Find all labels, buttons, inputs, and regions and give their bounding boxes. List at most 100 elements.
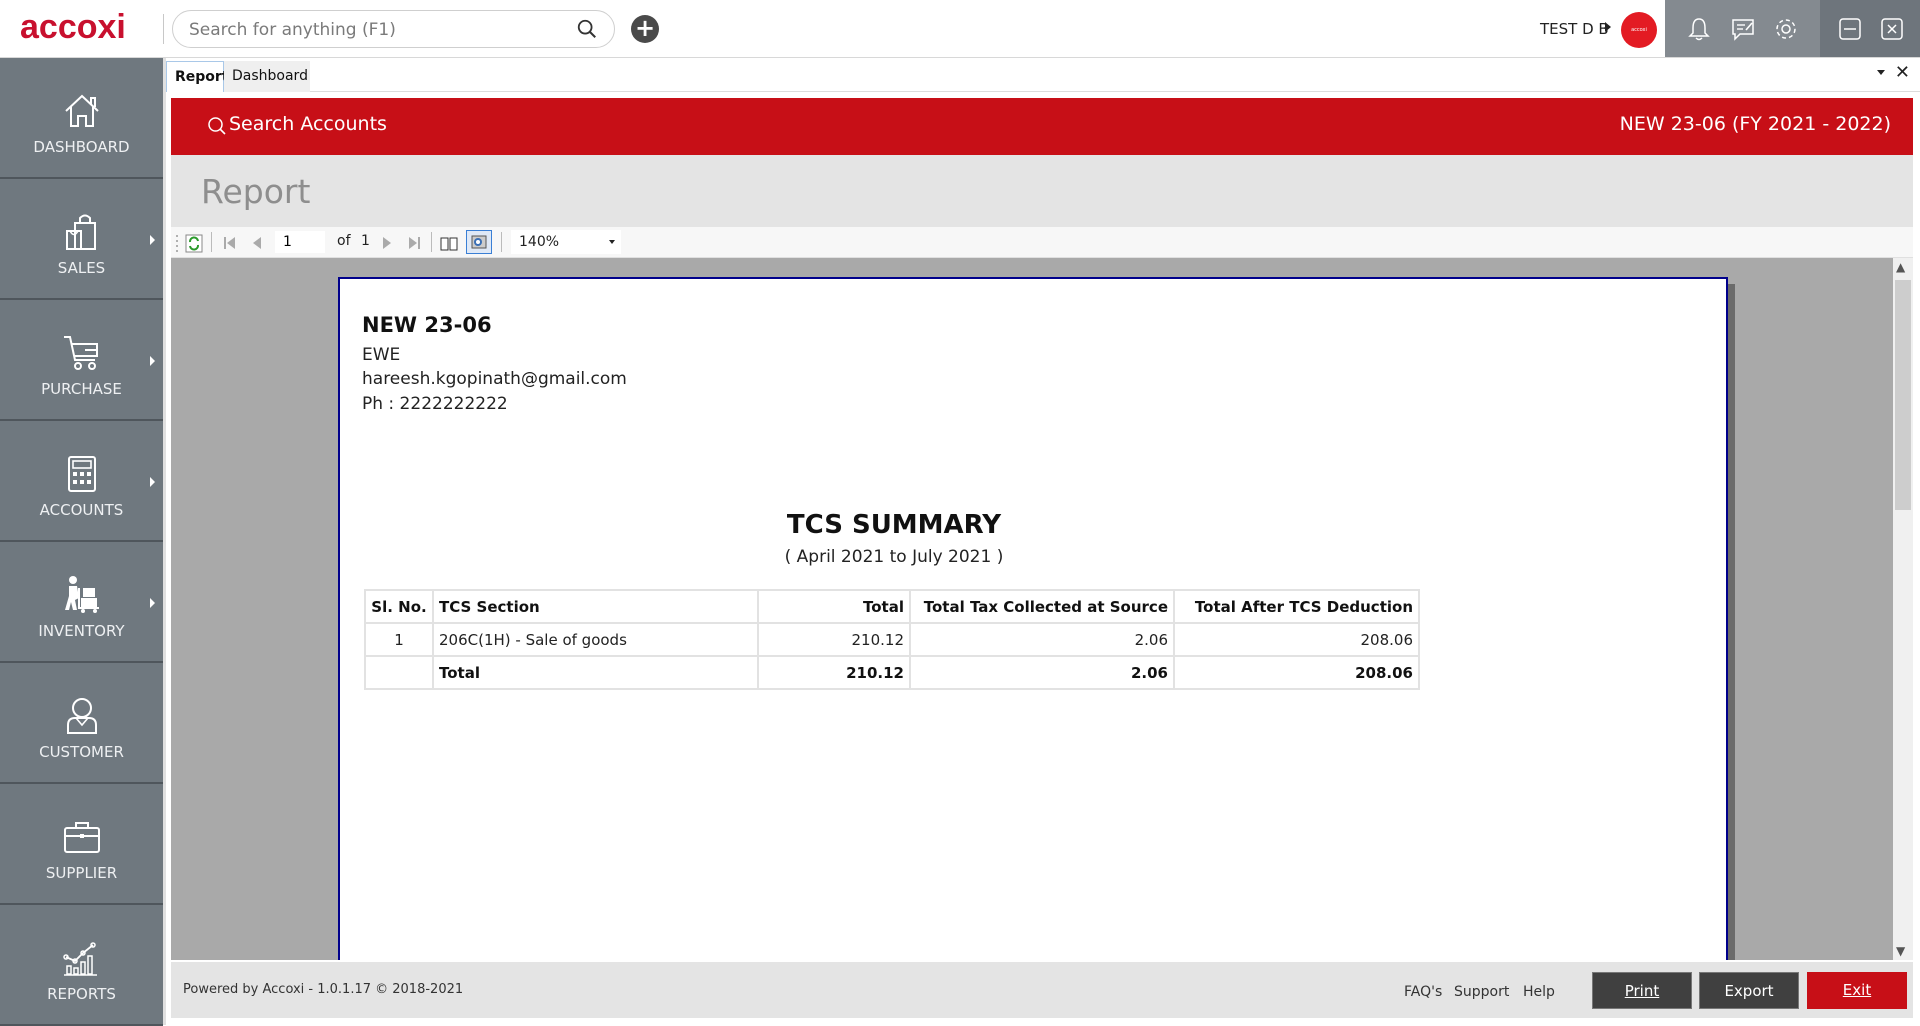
print-layout-button[interactable] (466, 230, 492, 254)
user-name[interactable]: TEST D B (1540, 20, 1609, 38)
header-tools (1665, 0, 1820, 57)
cell-grand-tcs: 2.06 (909, 655, 1175, 690)
zoom-select[interactable]: 140% (511, 230, 621, 254)
submenu-arrow-icon (150, 477, 155, 487)
scrollbar-thumb[interactable] (1895, 280, 1911, 510)
print-button[interactable]: Print (1592, 972, 1692, 1009)
zoom-value: 140% (519, 234, 560, 250)
company-phone: Ph : 2222222222 (362, 394, 508, 414)
support-link[interactable]: Support (1454, 984, 1509, 1000)
tab-list-dropdown-icon[interactable] (1877, 70, 1885, 75)
cell-tcs-collected: 2.06 (909, 622, 1175, 657)
report-preview-area: NEW 23-06 EWE hareesh.kgopinath@gmail.co… (171, 258, 1893, 960)
sidebar-item-reports[interactable]: REPORTS (0, 905, 163, 1026)
shopping-bag-icon (66, 214, 96, 250)
toolbar-separator (211, 232, 212, 252)
column-header: TCS Section (432, 589, 759, 624)
exit-button[interactable]: Exit (1807, 972, 1907, 1009)
sidebar-item-customer[interactable]: CUSTOMER (0, 663, 163, 784)
bell-icon[interactable] (1685, 15, 1713, 43)
cell-sl-no: 1 (364, 622, 434, 657)
chevron-down-icon (609, 240, 615, 244)
sidebar-item-label: INVENTORY (38, 622, 125, 640)
calculator-icon (68, 456, 96, 492)
top-bar: accoxi + TEST D B accoxi (0, 0, 1920, 58)
sidebar-item-label: PURCHASE (41, 380, 122, 398)
sidebar-item-supplier[interactable]: SUPPLIER (0, 784, 163, 905)
global-search[interactable] (172, 10, 615, 48)
column-header: Total After TCS Deduction (1173, 589, 1420, 624)
tcs-summary-table: Sl. No. TCS Section Total Total Tax Coll… (364, 589, 1420, 690)
table-total-row: Total 210.12 2.06 208.06 (364, 655, 1420, 690)
accoxi-logo: accoxi (20, 8, 126, 46)
submenu-arrow-icon (150, 598, 155, 608)
tab-report[interactable]: Report (166, 61, 229, 92)
sidebar-item-label: REPORTS (47, 985, 116, 1003)
help-link[interactable]: Help (1523, 984, 1555, 1000)
faqs-link[interactable]: FAQ's (1404, 984, 1442, 1000)
briefcase-icon (64, 822, 100, 853)
sidebar-item-label: DASHBOARD (33, 138, 130, 156)
cell-total-after-tcs: 208.06 (1173, 622, 1420, 657)
first-page-icon[interactable] (223, 233, 237, 253)
print-layout-icon (471, 235, 487, 249)
toolbar-grip-icon[interactable] (175, 233, 179, 253)
sidebar-item-accounts[interactable]: ACCOUNTS (0, 421, 163, 542)
page-title: Report (201, 172, 311, 211)
search-icon[interactable] (576, 18, 598, 40)
user-menu-caret-icon[interactable] (1605, 22, 1611, 32)
document-tabs: Report Dashboard ✕ (166, 58, 1920, 92)
column-header: Sl. No. (364, 589, 434, 624)
tab-dashboard[interactable]: Dashboard (224, 61, 310, 92)
last-page-icon[interactable] (407, 233, 421, 253)
report-viewer-toolbar: of 1 140% (171, 227, 1913, 258)
report-title: TCS SUMMARY (786, 510, 1002, 540)
company-address: EWE (362, 345, 401, 365)
gear-icon[interactable] (1772, 15, 1800, 43)
feedback-icon[interactable] (1729, 15, 1757, 43)
search-icon (208, 117, 226, 135)
toolbar-separator (501, 232, 502, 252)
add-new-button[interactable]: + (631, 15, 659, 43)
vertical-scrollbar[interactable]: ▲ ▼ (1893, 258, 1913, 960)
window-controls (1820, 0, 1920, 57)
scroll-up-icon[interactable]: ▲ (1896, 260, 1905, 274)
search-accounts-label: Search Accounts (229, 113, 387, 135)
sidebar-item-sales[interactable]: SALES (0, 179, 163, 300)
company-name: NEW 23-06 (362, 313, 492, 337)
company-fy-label: NEW 23-06 (FY 2021 - 2022) (1619, 113, 1891, 135)
close-tab-icon[interactable]: ✕ (1895, 62, 1910, 83)
user-avatar[interactable]: accoxi (1621, 12, 1657, 48)
powered-by-text: Powered by Accoxi - 1.0.1.17 © 2018-2021 (183, 982, 464, 997)
close-window-icon[interactable] (1878, 15, 1906, 43)
search-accounts-button[interactable]: Search Accounts (207, 113, 387, 135)
sidebar: DASHBOARD SALES PURCHASE ACCOUNTS INVENT… (0, 58, 163, 1026)
total-pages: 1 (361, 233, 370, 249)
submenu-arrow-icon (150, 235, 155, 245)
chart-icon (63, 942, 97, 976)
sidebar-item-label: CUSTOMER (39, 743, 124, 761)
sidebar-item-inventory[interactable]: INVENTORY (0, 542, 163, 663)
scroll-down-icon[interactable]: ▼ (1896, 944, 1905, 958)
page-layout-icon[interactable] (439, 233, 459, 253)
cell-total-label: Total (432, 655, 759, 690)
previous-page-icon[interactable] (251, 233, 263, 253)
account-header-bar: Search Accounts NEW 23-06 (FY 2021 - 202… (171, 98, 1913, 155)
minimize-icon[interactable] (1836, 15, 1864, 43)
global-search-input[interactable] (189, 19, 549, 41)
worker-trolley-icon (65, 576, 99, 613)
cell-grand-total: 210.12 (757, 655, 911, 690)
current-page-input[interactable] (275, 231, 325, 253)
cell-grand-after: 208.06 (1173, 655, 1420, 690)
sidebar-item-dashboard[interactable]: DASHBOARD (0, 58, 163, 179)
submenu-arrow-icon (150, 356, 155, 366)
cell-tcs-section: 206C(1H) - Sale of goods (432, 622, 759, 657)
cart-icon (64, 336, 98, 370)
sidebar-item-label: SALES (57, 259, 106, 277)
next-page-icon[interactable] (381, 233, 393, 253)
home-icon (65, 94, 99, 127)
refresh-icon[interactable] (185, 233, 203, 253)
sidebar-item-purchase[interactable]: PURCHASE (0, 300, 163, 421)
company-email: hareesh.kgopinath@gmail.com (362, 369, 627, 389)
export-button[interactable]: Export (1699, 972, 1799, 1009)
